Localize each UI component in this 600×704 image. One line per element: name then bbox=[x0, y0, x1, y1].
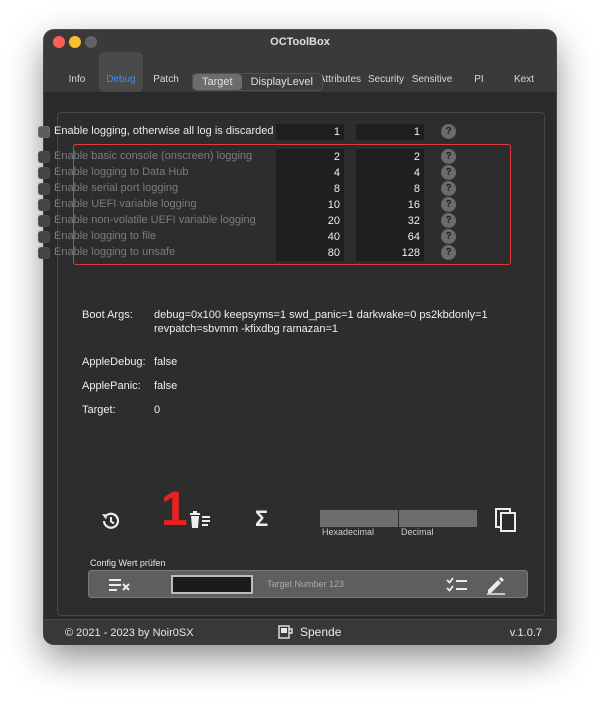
option-label: Enable logging to unsafe bbox=[54, 246, 176, 258]
donate-label: Spende bbox=[300, 625, 342, 639]
option-checkbox[interactable] bbox=[38, 231, 50, 243]
option-label: Enable serial port logging bbox=[54, 182, 179, 194]
apple-debug-value: false bbox=[154, 356, 178, 368]
config-value-input[interactable] bbox=[171, 575, 253, 594]
hex-value-field[interactable]: 80 bbox=[276, 245, 344, 261]
copy-icon[interactable] bbox=[494, 507, 518, 533]
target-displaylevel-segmented-control: Target DisplayLevel bbox=[192, 73, 323, 91]
logging-option-row: Enable basic console (onscreen) logging … bbox=[38, 149, 462, 165]
decimal-label: Decimal bbox=[401, 527, 434, 537]
logging-option-row-main: Enable logging, otherwise all log is dis… bbox=[38, 124, 462, 140]
decimal-value-field[interactable]: 1 bbox=[356, 124, 424, 140]
hexadecimal-field[interactable] bbox=[320, 510, 398, 527]
donate-button[interactable]: Spende bbox=[278, 624, 341, 640]
hex-value-field[interactable]: 1 bbox=[276, 124, 344, 140]
logging-option-row: Enable logging to Data Hub 4 4 ? bbox=[38, 165, 462, 181]
help-icon[interactable]: ? bbox=[441, 245, 456, 260]
config-check-label: Config Wert prüfen bbox=[90, 558, 166, 568]
help-icon[interactable]: ? bbox=[441, 213, 456, 228]
config-check-bar: Target Number 123 bbox=[88, 570, 528, 598]
option-label: Enable logging to file bbox=[54, 230, 157, 242]
hex-value-field[interactable]: 10 bbox=[276, 197, 344, 213]
target-value: 0 bbox=[154, 404, 161, 416]
coffee-icon bbox=[278, 625, 293, 639]
apple-panic-label: ApplePanic: bbox=[82, 380, 141, 392]
option-label: Enable basic console (onscreen) logging bbox=[54, 150, 253, 162]
option-label: Enable non-volatile UEFI variable loggin… bbox=[54, 214, 256, 226]
list-x-icon[interactable] bbox=[107, 576, 131, 594]
logging-option-row: Enable logging to unsafe 80 128 ? bbox=[38, 245, 462, 261]
hexadecimal-label: Hexadecimal bbox=[322, 527, 375, 537]
tab-sensitive[interactable]: Sensitive bbox=[410, 52, 454, 92]
tab-kext[interactable]: Kext bbox=[510, 52, 538, 92]
logging-option-row: Enable non-volatile UEFI variable loggin… bbox=[38, 213, 462, 229]
segment-target[interactable]: Target bbox=[193, 74, 242, 90]
option-checkbox[interactable] bbox=[38, 183, 50, 195]
window-title: OCToolBox bbox=[270, 36, 330, 48]
apple-panic-value: false bbox=[154, 380, 178, 392]
logging-option-row: Enable logging to file 40 64 ? bbox=[38, 229, 462, 245]
help-icon[interactable]: ? bbox=[441, 181, 456, 196]
tab-info[interactable]: Info bbox=[64, 52, 90, 92]
option-checkbox[interactable] bbox=[38, 151, 50, 163]
help-icon[interactable]: ? bbox=[441, 124, 456, 139]
edit-pencil-icon[interactable] bbox=[485, 575, 507, 595]
option-checkbox[interactable] bbox=[38, 199, 50, 211]
trash-list-icon[interactable] bbox=[188, 510, 212, 530]
segment-displaylevel[interactable]: DisplayLevel bbox=[242, 74, 322, 90]
reset-icon[interactable] bbox=[99, 510, 123, 532]
hex-value-field[interactable]: 40 bbox=[276, 229, 344, 245]
apple-debug-label: AppleDebug: bbox=[82, 356, 146, 368]
target-label: Target: bbox=[82, 404, 116, 416]
help-icon[interactable]: ? bbox=[441, 165, 456, 180]
option-checkbox[interactable] bbox=[38, 247, 50, 259]
tab-security[interactable]: Security bbox=[366, 52, 406, 92]
sum-button[interactable]: Σ bbox=[255, 506, 268, 532]
option-label: Enable UEFI variable logging bbox=[54, 198, 197, 210]
hex-value-field[interactable]: 8 bbox=[276, 181, 344, 197]
tab-debug[interactable]: Debug bbox=[99, 52, 143, 92]
hex-value-field[interactable]: 2 bbox=[276, 149, 344, 165]
config-target-placeholder: Target Number 123 bbox=[267, 579, 345, 589]
copyright-text: © 2021 - 2023 by Noir0SX bbox=[65, 627, 194, 639]
decimal-value-field[interactable]: 16 bbox=[356, 197, 424, 213]
option-label: Enable logging to Data Hub bbox=[54, 166, 189, 178]
annotation-number: 1 bbox=[161, 483, 188, 536]
tab-pi[interactable]: PI bbox=[470, 52, 488, 92]
decimal-value-field[interactable]: 32 bbox=[356, 213, 424, 229]
hex-value-field[interactable]: 20 bbox=[276, 213, 344, 229]
boot-args-label: Boot Args: bbox=[82, 309, 133, 321]
help-icon[interactable]: ? bbox=[441, 197, 456, 212]
option-checkbox[interactable] bbox=[38, 215, 50, 227]
logging-option-row: Enable UEFI variable logging 10 16 ? bbox=[38, 197, 462, 213]
decimal-value-field[interactable]: 8 bbox=[356, 181, 424, 197]
logging-option-row: Enable serial port logging 8 8 ? bbox=[38, 181, 462, 197]
tab-patch[interactable]: Patch bbox=[150, 52, 182, 92]
option-checkbox[interactable] bbox=[38, 167, 50, 179]
help-icon[interactable]: ? bbox=[441, 229, 456, 244]
help-icon[interactable]: ? bbox=[441, 149, 456, 164]
checklist-icon[interactable] bbox=[445, 576, 469, 594]
decimal-value-field[interactable]: 2 bbox=[356, 149, 424, 165]
enable-logging-checkbox[interactable] bbox=[38, 126, 50, 138]
decimal-field[interactable] bbox=[399, 510, 477, 527]
decimal-value-field[interactable]: 4 bbox=[356, 165, 424, 181]
footer-bar: © 2021 - 2023 by Noir0SX Spende v.1.0.7 bbox=[44, 619, 556, 644]
version-text: v.1.0.7 bbox=[509, 627, 542, 639]
decimal-value-field[interactable]: 64 bbox=[356, 229, 424, 245]
hex-value-field[interactable]: 4 bbox=[276, 165, 344, 181]
app-window: OCToolBox Info Debug Patch LinuxBoot NVR… bbox=[44, 30, 556, 644]
option-label: Enable logging, otherwise all log is dis… bbox=[54, 125, 274, 137]
boot-args-value: debug=0x100 keepsyms=1 swd_panic=1 darkw… bbox=[154, 309, 488, 335]
decimal-value-field[interactable]: 128 bbox=[356, 245, 424, 261]
